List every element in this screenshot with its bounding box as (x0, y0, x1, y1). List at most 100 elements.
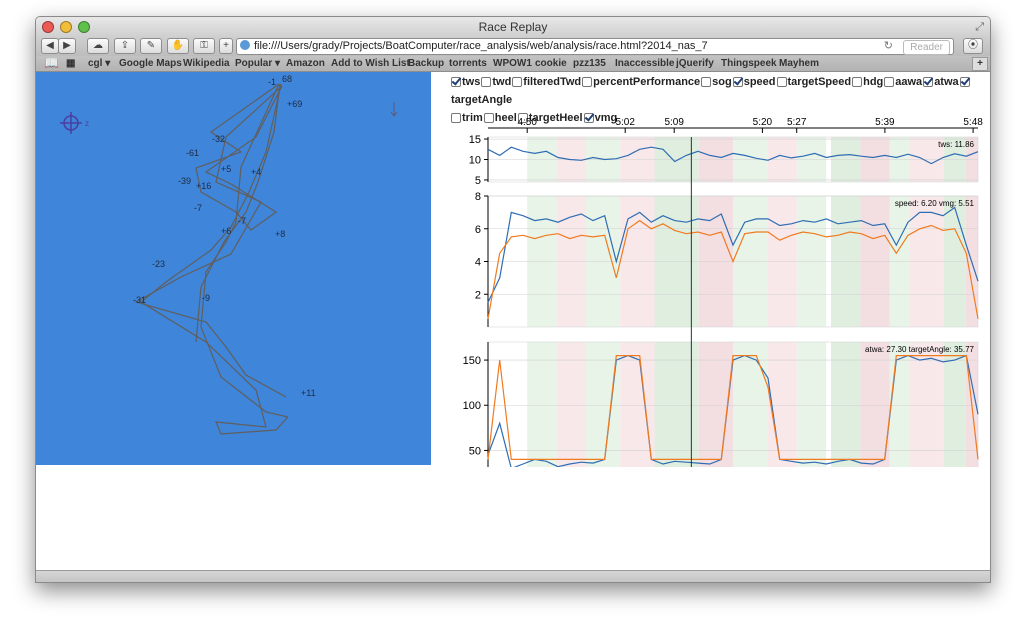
y-tick-label: 6 (475, 224, 481, 236)
map-label: +16 (196, 181, 211, 191)
browser-toolbar: ◀ ▶ ☁ ⇪ ✎ ✋ ⚿ + file:///Users/grady/Proj… (36, 37, 990, 56)
compass-icon: z (60, 112, 89, 134)
downloads-icon[interactable]: ⦿ (963, 38, 983, 54)
share-icon[interactable]: ⇪ (114, 38, 136, 54)
map-label: +4 (251, 167, 261, 177)
add-bookmark-icon[interactable]: + (972, 57, 988, 71)
checkbox-sog[interactable]: sog (701, 76, 732, 88)
track-svg: z -1 68 +69 -32 -61 +5 +4 -39 +16 -7 -7 … (60, 74, 398, 435)
race-track-map[interactable]: z -1 68 +69 -32 -61 +5 +4 -39 +16 -7 -7 … (36, 72, 431, 465)
wind-arrow-icon (390, 102, 398, 117)
close-button[interactable] (42, 21, 54, 33)
map-label: +69 (287, 99, 302, 109)
map-label: +5 (221, 164, 231, 174)
bookmark-mayhem[interactable]: Mayhem (779, 56, 819, 71)
map-label: -32 (212, 134, 225, 144)
bookmark-torrents[interactable]: torrents (449, 56, 487, 71)
maneuver-band (556, 342, 586, 473)
reload-icon[interactable]: ↻ (884, 39, 893, 54)
browser-window: Race Replay ⤢ ◀ ▶ ☁ ⇪ ✎ ✋ ⚿ + file:///Us… (35, 16, 991, 583)
checkbox-targetspeed[interactable]: targetSpeed (776, 76, 851, 88)
panel-readout: tws: 11.86 (938, 140, 974, 149)
map-label: -61 (186, 148, 199, 158)
svg-text:z: z (85, 119, 89, 128)
time-tick-label: 5:20 (753, 117, 773, 128)
time-tick-label: 5:02 (615, 117, 635, 128)
map-label: +8 (275, 229, 285, 239)
checkbox-speed[interactable]: speed (732, 76, 776, 88)
checkbox-filteredtwd[interactable]: filteredTwd (512, 76, 581, 88)
map-label: -39 (178, 176, 191, 186)
maneuver-band (831, 342, 861, 473)
checkbox-percentperformance[interactable]: percentPerformance (582, 76, 700, 88)
y-tick-label: 2 (475, 289, 481, 301)
y-tick-label: 5 (475, 175, 481, 187)
map-label: -9 (202, 293, 210, 303)
checkbox-twd[interactable]: twd (481, 76, 511, 88)
fullscreen-icon[interactable]: ⤢ (975, 17, 984, 37)
tools-icon[interactable]: ✎ (140, 38, 162, 54)
bookmark-cgl[interactable]: cgl ▾ (88, 56, 110, 71)
maneuver-band (733, 342, 768, 473)
forward-icon[interactable]: ▶ (58, 38, 76, 54)
time-tick-label: 5:27 (787, 117, 807, 128)
time-tick-label: 5:09 (664, 117, 684, 128)
top-sites-icon[interactable]: ▦ (66, 56, 75, 71)
checkbox-atwa[interactable]: atwa (923, 76, 959, 88)
reading-list-icon[interactable]: 📖 (44, 56, 59, 71)
maneuver-band (527, 342, 557, 473)
time-tick-label: 5:48 (963, 117, 983, 128)
race-chart[interactable]: 4:50 5:02 5:09 5:20 5:27 5:39 5:48 15 10 5 tws: 11… (451, 107, 990, 474)
y-tick-label: 4 (475, 257, 481, 269)
checkbox-tws[interactable]: tws (451, 76, 480, 88)
address-bar[interactable]: file:///Users/grady/Projects/BoatCompute… (236, 38, 954, 55)
zoom-button[interactable] (78, 21, 90, 33)
map-label: +11 (301, 388, 316, 398)
new-tab-icon[interactable]: + (219, 38, 233, 54)
bookmark-pzz135[interactable]: pzz135 (573, 56, 606, 71)
y-tick-label: 150 (463, 355, 481, 367)
time-tick-label: 4:50 (517, 117, 537, 128)
y-tick-label: 10 (469, 155, 481, 167)
status-bar (36, 570, 990, 582)
icloud-icon[interactable]: ☁ (87, 38, 109, 54)
checkbox-aawa[interactable]: aawa (884, 76, 922, 88)
maneuver-band (654, 342, 699, 473)
map-label: -1 (268, 77, 276, 87)
map-label: -7 (238, 216, 246, 226)
minimize-button[interactable] (60, 21, 72, 33)
back-icon[interactable]: ◀ (41, 38, 59, 54)
checkbox-hdg[interactable]: hdg (852, 76, 883, 88)
lock-icon[interactable]: ⚿ (193, 38, 215, 54)
map-label: +6 (221, 226, 231, 236)
chart-svg: 4:50 5:02 5:09 5:20 5:27 5:39 5:48 15 10 5 tws: 11… (463, 117, 983, 474)
map-label: -31 (133, 295, 146, 305)
map-label: -7 (194, 203, 202, 213)
panel-readout: atwa: 27.30 targetAngle: 35.77 (865, 345, 975, 354)
globe-icon (240, 40, 250, 50)
bookmark-add-to-wish-list[interactable]: Add to Wish List (331, 56, 410, 71)
bookmark-wpow1[interactable]: WPOW1 (493, 56, 532, 71)
maneuver-band (889, 342, 910, 473)
reader-button[interactable]: Reader (903, 40, 950, 55)
bookmark-google-maps[interactable]: Google Maps (119, 56, 182, 71)
y-tick-label: 15 (469, 134, 481, 146)
url-text: file:///Users/grady/Projects/BoatCompute… (254, 40, 708, 52)
bookmark-backup[interactable]: Backup (408, 56, 444, 71)
window-title: Race Replay (478, 20, 548, 34)
map-label: 68 (282, 74, 292, 84)
bookmark-cookie[interactable]: cookie (535, 56, 567, 71)
y-tick-label: 100 (463, 400, 481, 412)
title-bar: Race Replay ⤢ (36, 17, 990, 37)
bookmarks-bar: 📖 ▦ cgl ▾ Google Maps Wikipedia Popular … (36, 56, 990, 72)
bookmark-inaccessible[interactable]: Inaccessible (615, 56, 674, 71)
bookmark-jquerify[interactable]: jQuerify (676, 56, 714, 71)
bookmark-popular[interactable]: Popular ▾ (235, 56, 280, 71)
maneuver-band (796, 342, 827, 473)
bookmark-amazon[interactable]: Amazon (286, 56, 325, 71)
bookmark-wikipedia[interactable]: Wikipedia (183, 56, 230, 71)
time-tick-label: 5:39 (875, 117, 895, 128)
hand-icon[interactable]: ✋ (167, 38, 189, 54)
bookmark-thingspeek[interactable]: Thingspeek (721, 56, 777, 71)
y-tick-label: 50 (469, 445, 481, 457)
